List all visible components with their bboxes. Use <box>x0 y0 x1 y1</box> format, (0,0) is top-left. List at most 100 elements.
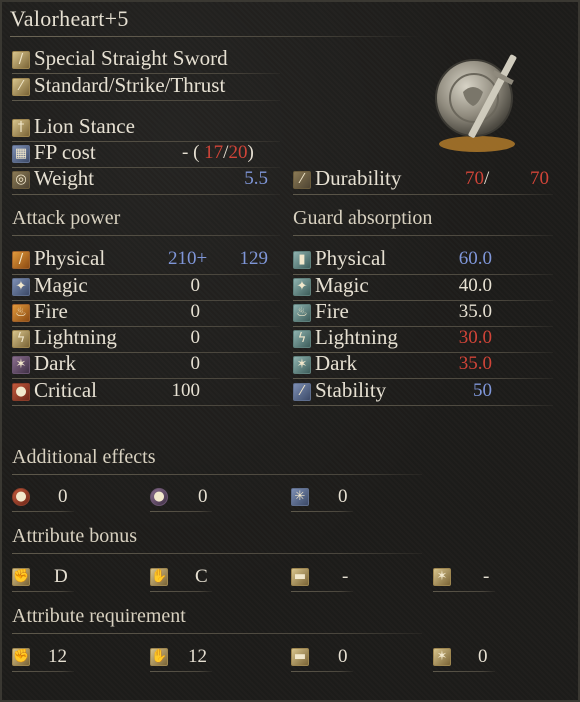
guard-absorption-header: Guard absorption <box>293 207 433 229</box>
dark-attack-icon: ✶ <box>12 356 30 374</box>
weight-value: 5.5 <box>244 168 268 189</box>
stability-label: Stability <box>315 378 387 402</box>
dark-absorption-icon: ✶ <box>293 356 311 374</box>
fp-current: 17 <box>204 142 224 163</box>
intelligence-bonus: - <box>342 566 349 587</box>
magic-absorption-label: Magic <box>315 273 369 297</box>
strength-icon: ✊ <box>12 648 30 666</box>
strength-bonus: D <box>54 566 68 587</box>
faith-bonus: - <box>483 566 490 587</box>
critical-label: Critical <box>34 378 97 402</box>
lightning-attack-label: Lightning <box>34 325 117 349</box>
magic-absorption-icon: ✦ <box>293 278 311 296</box>
divider <box>150 591 212 592</box>
intelligence-requirement: 0 <box>338 646 348 667</box>
divider <box>293 194 553 195</box>
weapon-type-icon: / <box>12 51 30 69</box>
stability-icon: ⁄ <box>293 383 311 401</box>
weight-icon: ◎ <box>12 171 30 189</box>
attribute-bonus-header: Attribute bonus <box>12 525 137 547</box>
divider <box>150 511 212 512</box>
dexterity-bonus: C <box>195 566 208 587</box>
divider <box>291 511 353 512</box>
durability-value: 70/ <box>465 168 489 190</box>
dexterity-icon: ✋ <box>150 568 168 586</box>
stability-value: 50 <box>473 380 492 401</box>
magic-absorption-value: 40.0 <box>458 275 492 296</box>
attack-types: Standard/Strike/Thrust <box>34 73 226 97</box>
dexterity-icon: ✋ <box>150 648 168 666</box>
physical-attack-value: 210+ <box>168 248 207 270</box>
divider <box>150 671 212 672</box>
attribute-requirement-header: Attribute requirement <box>12 605 186 627</box>
poison-icon: ● <box>150 488 168 506</box>
fire-attack-label: Fire <box>34 299 68 323</box>
bleed-value: 0 <box>58 486 68 507</box>
divider <box>291 671 353 672</box>
dark-attack-value: 0 <box>190 353 201 374</box>
divider <box>12 100 280 101</box>
divider <box>12 511 74 512</box>
durability-max: 70 <box>530 168 549 189</box>
fp-max: 20 <box>228 142 248 163</box>
divider <box>12 553 422 554</box>
physical-absorption-label: Physical <box>315 246 387 270</box>
divider <box>12 591 74 592</box>
durability-label: Durability <box>315 166 402 190</box>
skill-name: Lion Stance <box>34 114 135 138</box>
dexterity-requirement: 12 <box>188 646 207 667</box>
physical-attack-base: 210 <box>168 248 197 269</box>
attack-power-header: Attack power <box>12 207 121 229</box>
faith-icon: ✶ <box>433 568 451 586</box>
bleed-icon: ● <box>12 488 30 506</box>
durability-icon: ⁄ <box>293 171 311 189</box>
physical-attack-plus: + <box>196 248 208 269</box>
weight-label: Weight <box>34 166 95 190</box>
lightning-attack-icon: ϟ <box>12 330 30 348</box>
magic-attack-icon: ✦ <box>12 278 30 296</box>
critical-value: 100 <box>171 380 201 401</box>
strength-icon: ✊ <box>12 568 30 586</box>
poison-value: 0 <box>198 486 208 507</box>
divider <box>433 591 495 592</box>
faith-icon: ✶ <box>433 648 451 666</box>
frost-value: 0 <box>338 486 348 507</box>
fire-absorption-label: Fire <box>315 299 349 323</box>
weapon-thumbnail <box>435 54 517 152</box>
strength-requirement: 12 <box>48 646 67 667</box>
fire-attack-value: 0 <box>190 301 201 322</box>
durability-current: 70 <box>465 168 484 189</box>
critical-icon: ● <box>12 383 30 401</box>
fp-cost-label: FP cost <box>34 140 96 164</box>
lightning-attack-value: 0 <box>190 327 201 348</box>
divider <box>10 36 422 37</box>
magic-attack-value: 0 <box>190 275 201 296</box>
fp-close-paren: ) <box>247 142 254 163</box>
fire-attack-icon: ♨ <box>12 304 30 322</box>
physical-absorption-icon: ▮ <box>293 251 311 269</box>
divider <box>12 633 422 634</box>
dark-absorption-value: 35.0 <box>458 353 492 374</box>
physical-attack-bonus: 129 <box>239 248 269 269</box>
divider <box>433 671 495 672</box>
fire-absorption-value: 35.0 <box>458 301 492 322</box>
divider <box>293 405 553 406</box>
magic-attack-label: Magic <box>34 273 88 297</box>
intelligence-icon: ▬ <box>291 648 309 666</box>
lightning-absorption-icon: ϟ <box>293 330 311 348</box>
fp-open-paren: ( <box>193 142 200 163</box>
item-status-panel: Valorheart+5 / Special Straight Sword ⁄ … <box>0 0 580 702</box>
fp-cost-value: - ( 17/20) <box>182 142 254 164</box>
weapon-type: Special Straight Sword <box>34 46 228 70</box>
lightning-absorption-label: Lightning <box>315 325 398 349</box>
intelligence-icon: ▬ <box>291 568 309 586</box>
durability-separator: / <box>484 168 490 189</box>
fire-absorption-icon: ♨ <box>293 304 311 322</box>
fp-dash: - <box>182 142 189 163</box>
dark-absorption-label: Dark <box>315 351 357 375</box>
skill-icon: † <box>12 119 30 137</box>
faith-requirement: 0 <box>478 646 488 667</box>
additional-effects-header: Additional effects <box>12 446 156 468</box>
physical-absorption-value: 60.0 <box>458 248 492 269</box>
lightning-absorption-value: 30.0 <box>458 327 492 348</box>
